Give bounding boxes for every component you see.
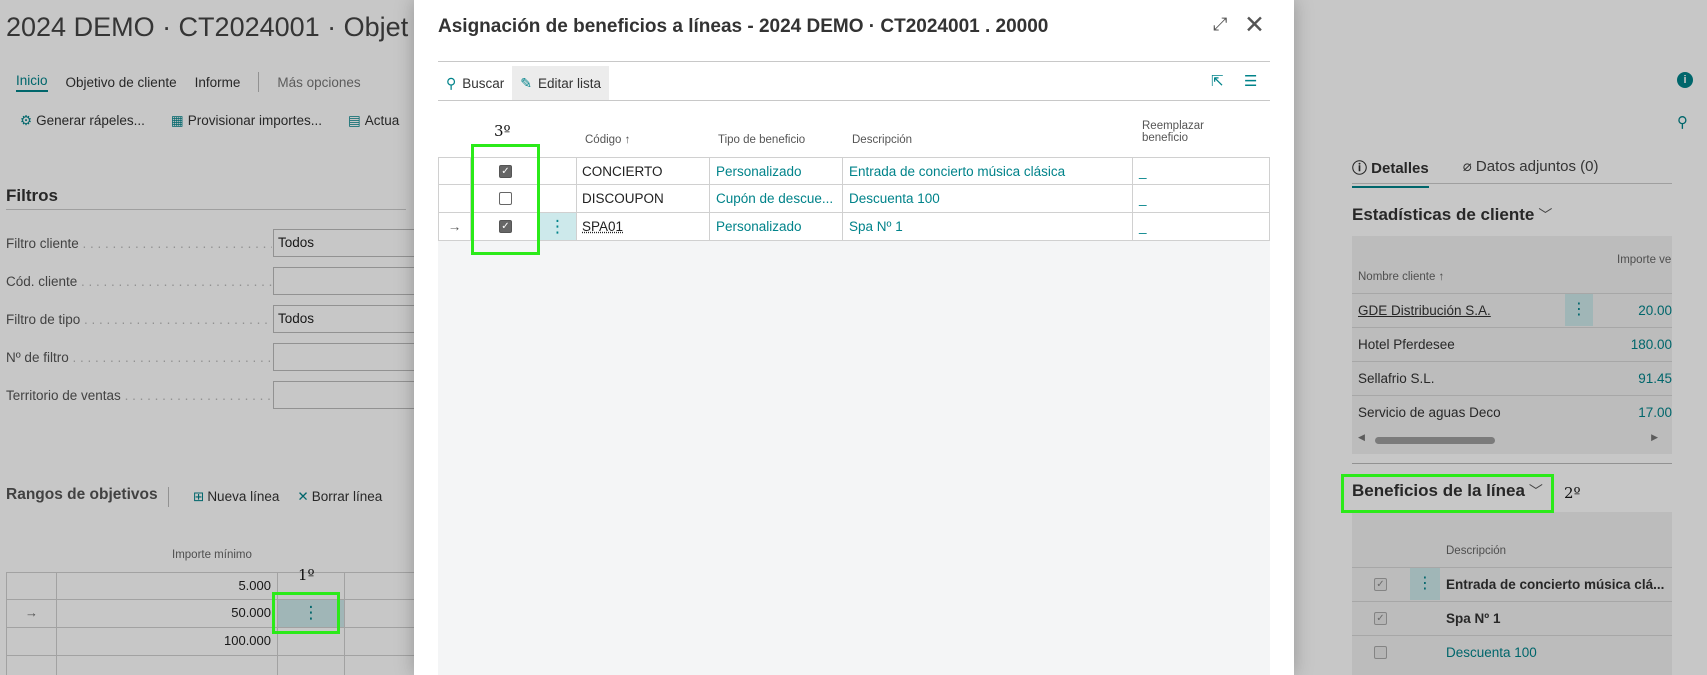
- list-view-icon[interactable]: ☰: [1244, 72, 1257, 90]
- dialog-command-bar: ⚲ Buscar ✎ Editar lista: [438, 66, 610, 100]
- dialog-title: Asignación de beneficios a líneas - 2024…: [438, 16, 1049, 37]
- description-cell[interactable]: Entrada de concierto música clásica: [843, 158, 1133, 185]
- expand-icon[interactable]: ⤢: [1213, 14, 1227, 35]
- share-icon[interactable]: ⇱: [1211, 72, 1224, 90]
- column-header-code[interactable]: Código ↑: [585, 134, 630, 146]
- row-actions-cell: [539, 158, 577, 185]
- edit-list-label: Editar lista: [538, 75, 602, 91]
- grid-empty-area: [438, 241, 1270, 675]
- column-header-replace-line2: beneficio: [1142, 132, 1189, 144]
- callout-label-step3: 3º: [494, 122, 511, 140]
- table-row[interactable]: DISCOUPON Cupón de descue... Descuenta 1…: [438, 185, 1270, 213]
- column-header-replace[interactable]: Reemplazar beneficio: [1142, 120, 1204, 144]
- code-value: SPA01: [582, 219, 624, 234]
- description-cell[interactable]: Descuenta 100: [843, 185, 1133, 212]
- column-header-type[interactable]: Tipo de beneficio: [718, 134, 805, 146]
- replace-cell[interactable]: _: [1133, 213, 1270, 240]
- type-cell[interactable]: Cupón de descue...: [710, 185, 843, 212]
- replace-cell[interactable]: _: [1133, 158, 1270, 185]
- search-label: Buscar: [462, 75, 505, 91]
- benefit-assignment-dialog: Asignación de beneficios a líneas - 2024…: [414, 0, 1294, 675]
- search-icon: ⚲: [446, 74, 457, 91]
- replace-cell[interactable]: _: [1133, 185, 1270, 212]
- row-indicator: →: [439, 213, 471, 240]
- divider: [438, 61, 1270, 62]
- callout-label-step2: 2º: [1564, 484, 1581, 502]
- row-indicator: [439, 158, 471, 185]
- row-actions-button[interactable]: ⋮: [539, 213, 577, 240]
- description-cell[interactable]: Spa Nº 1: [843, 213, 1133, 240]
- callout-box-step1: [272, 592, 340, 634]
- close-icon[interactable]: ✕: [1244, 10, 1265, 40]
- type-cell[interactable]: Personalizado: [710, 158, 843, 185]
- benefits-grid: ✓ CONCIERTO Personalizado Entrada de con…: [438, 157, 1270, 241]
- type-cell[interactable]: Personalizado: [710, 213, 843, 240]
- callout-label-step1: 1º: [298, 566, 315, 584]
- callout-box-step2: [1341, 474, 1554, 513]
- code-cell[interactable]: SPA01: [577, 213, 710, 240]
- row-actions-cell: [539, 185, 577, 212]
- column-header-description[interactable]: Descripción: [852, 134, 912, 146]
- edit-list-button[interactable]: ✎ Editar lista: [512, 66, 610, 100]
- callout-box-step3: [471, 144, 540, 255]
- row-indicator: [439, 185, 471, 212]
- code-cell[interactable]: CONCIERTO: [577, 158, 710, 185]
- table-row[interactable]: ✓ CONCIERTO Personalizado Entrada de con…: [438, 157, 1270, 185]
- divider: [438, 100, 1270, 101]
- table-row[interactable]: → ✓ ⋮ SPA01 Personalizado Spa Nº 1 _: [438, 213, 1270, 241]
- column-header-replace-line1: Reemplazar: [1142, 120, 1204, 132]
- code-cell[interactable]: DISCOUPON: [577, 185, 710, 212]
- edit-list-icon: ✎: [520, 74, 533, 91]
- search-button[interactable]: ⚲ Buscar: [438, 66, 512, 100]
